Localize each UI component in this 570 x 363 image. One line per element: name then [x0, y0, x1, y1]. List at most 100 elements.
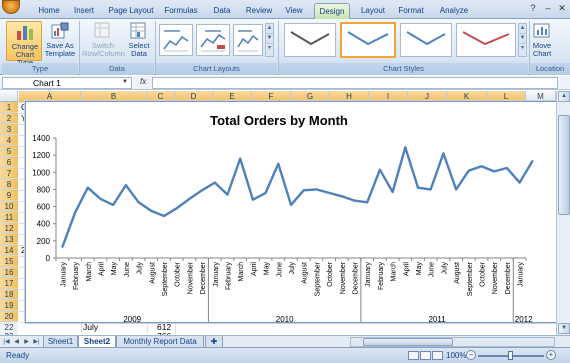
- row-header[interactable]: 4: [0, 135, 18, 146]
- data-point: [442, 152, 445, 155]
- zoom-level[interactable]: 100%: [446, 351, 466, 360]
- row-header[interactable]: 2: [0, 113, 18, 124]
- row-header[interactable]: 17: [0, 278, 18, 289]
- scroll-thumb[interactable]: [558, 115, 570, 215]
- y-tick-label: 200: [37, 237, 51, 246]
- zoom-slider-knob[interactable]: [508, 351, 513, 360]
- select-data-button[interactable]: Select Data: [126, 21, 152, 61]
- zoom-out-icon[interactable]: –: [466, 350, 476, 360]
- tab-data[interactable]: Data: [208, 3, 236, 19]
- y-axis[interactable]: 0 200 400 600 800 1000 1200 1400: [32, 134, 57, 263]
- change-chart-type-button[interactable]: Change Chart Type: [6, 21, 42, 67]
- scroll-down-icon[interactable]: ▼: [558, 323, 570, 334]
- row-header[interactable]: 6: [0, 157, 18, 168]
- save-as-template-button[interactable]: Save As Template: [44, 21, 76, 61]
- vertical-scrollbar[interactable]: ▲ ▼: [556, 91, 570, 335]
- select-all-corner[interactable]: [0, 91, 18, 102]
- gallery-up-icon[interactable]: ▲: [519, 24, 526, 34]
- row-header[interactable]: 15: [0, 256, 18, 267]
- gallery-down-icon[interactable]: ▼: [266, 34, 273, 44]
- row-header[interactable]: 16: [0, 267, 18, 278]
- x-tick-label: January: [60, 262, 67, 287]
- row-header[interactable]: 13: [0, 234, 18, 245]
- tab-home[interactable]: Home: [34, 3, 64, 19]
- last-sheet-icon[interactable]: ▶|: [32, 337, 41, 347]
- group-label-chart-styles: Chart Styles: [279, 63, 528, 75]
- formula-input[interactable]: [152, 77, 558, 89]
- x-tick-label: July: [289, 262, 296, 275]
- horizontal-scrollbar[interactable]: [350, 337, 555, 347]
- chart-title[interactable]: Total Orders by Month: [210, 113, 348, 128]
- next-sheet-icon[interactable]: ▶: [22, 337, 31, 347]
- data-point: [61, 245, 64, 248]
- scroll-thumb[interactable]: [363, 338, 453, 346]
- switch-row-column-button[interactable]: Switch Row/Column: [82, 21, 125, 61]
- row-header[interactable]: 11: [0, 212, 18, 223]
- chart-style-3[interactable]: [400, 23, 452, 57]
- tab-layout[interactable]: Layout: [356, 3, 390, 19]
- gallery-down-icon[interactable]: ▼: [519, 34, 526, 44]
- minimize-icon[interactable]: –: [541, 3, 555, 13]
- tab-design[interactable]: Design: [314, 3, 350, 19]
- tab-format[interactable]: Format: [394, 3, 428, 19]
- chart-style-1[interactable]: [284, 23, 336, 57]
- row-header[interactable]: 10: [0, 201, 18, 212]
- year-label: 2011: [428, 315, 446, 322]
- close-icon[interactable]: ✕: [555, 3, 569, 14]
- scroll-up-icon[interactable]: ▲: [558, 91, 570, 102]
- move-chart-button[interactable]: Move Chart: [531, 21, 553, 61]
- x-axis[interactable]: January February March April May June July Augu…: [55, 257, 533, 322]
- data-point: [290, 203, 292, 206]
- row-header[interactable]: 19: [0, 300, 18, 311]
- layouts-gallery-scroll[interactable]: ▲ ▼ ▾: [265, 23, 274, 57]
- x-tick-label: April: [251, 262, 258, 276]
- help-icon[interactable]: ?: [526, 3, 540, 13]
- tab-review[interactable]: Review: [242, 3, 276, 19]
- name-box[interactable]: Chart 1: [2, 77, 132, 89]
- tab-formulas[interactable]: Formulas: [160, 3, 202, 19]
- office-button[interactable]: [2, 0, 20, 14]
- gallery-more-icon[interactable]: ▾: [266, 44, 273, 54]
- row-header[interactable]: 14: [0, 245, 18, 256]
- cell-b22[interactable]: July: [83, 322, 98, 332]
- row-header[interactable]: 5: [0, 146, 18, 157]
- x-tick-label: May: [416, 262, 423, 276]
- x-tick-label: March: [86, 262, 93, 282]
- styles-gallery-scroll[interactable]: ▲ ▼ ▾: [518, 23, 527, 57]
- tab-insert[interactable]: Insert: [68, 3, 100, 19]
- tab-analyze[interactable]: Analyze: [434, 3, 474, 19]
- x-tick-label: November: [492, 261, 499, 294]
- normal-view-icon[interactable]: [408, 351, 419, 360]
- row-header[interactable]: 1: [0, 102, 18, 113]
- tab-view[interactable]: View: [280, 3, 308, 19]
- x-tick-label: December: [505, 261, 512, 294]
- chart-style-2[interactable]: [340, 22, 396, 58]
- chart-style-4[interactable]: [456, 23, 516, 57]
- gallery-more-icon[interactable]: ▾: [519, 44, 526, 54]
- first-sheet-icon[interactable]: |◀: [2, 337, 11, 347]
- gallery-up-icon[interactable]: ▲: [266, 24, 273, 34]
- fx-icon[interactable]: fx: [140, 77, 146, 86]
- chart-layout-3[interactable]: [233, 24, 263, 56]
- page-break-view-icon[interactable]: [432, 351, 443, 360]
- row-header[interactable]: 12: [0, 223, 18, 234]
- x-tick-label: April: [403, 262, 410, 276]
- row-header[interactable]: 8: [0, 179, 18, 190]
- chevron-down-icon[interactable]: ▼: [122, 79, 128, 85]
- zoom-in-icon[interactable]: +: [546, 350, 556, 360]
- row-header[interactable]: 9: [0, 190, 18, 201]
- page-layout-view-icon[interactable]: [420, 351, 431, 360]
- row-header[interactable]: 3: [0, 124, 18, 135]
- row-header[interactable]: 20: [0, 311, 18, 322]
- row-header[interactable]: 18: [0, 289, 18, 300]
- chart-layout-1[interactable]: [159, 24, 193, 56]
- tab-page-layout[interactable]: Page Layout: [106, 3, 156, 19]
- row-header[interactable]: 7: [0, 168, 18, 179]
- chart-layout-2[interactable]: [196, 24, 230, 56]
- chart-area[interactable]: ∙∙∙ ∙∙∙ ⋮ ⋮ Total Orders by Month 020040…: [23, 99, 560, 325]
- data-point: [353, 199, 356, 202]
- line-chart[interactable]: Total Orders by Month 0 200 400 600 800 1000 1…: [26, 102, 557, 322]
- x-tick-label: October: [327, 261, 334, 287]
- prev-sheet-icon[interactable]: ◀: [12, 337, 21, 347]
- data-series[interactable]: [61, 146, 534, 248]
